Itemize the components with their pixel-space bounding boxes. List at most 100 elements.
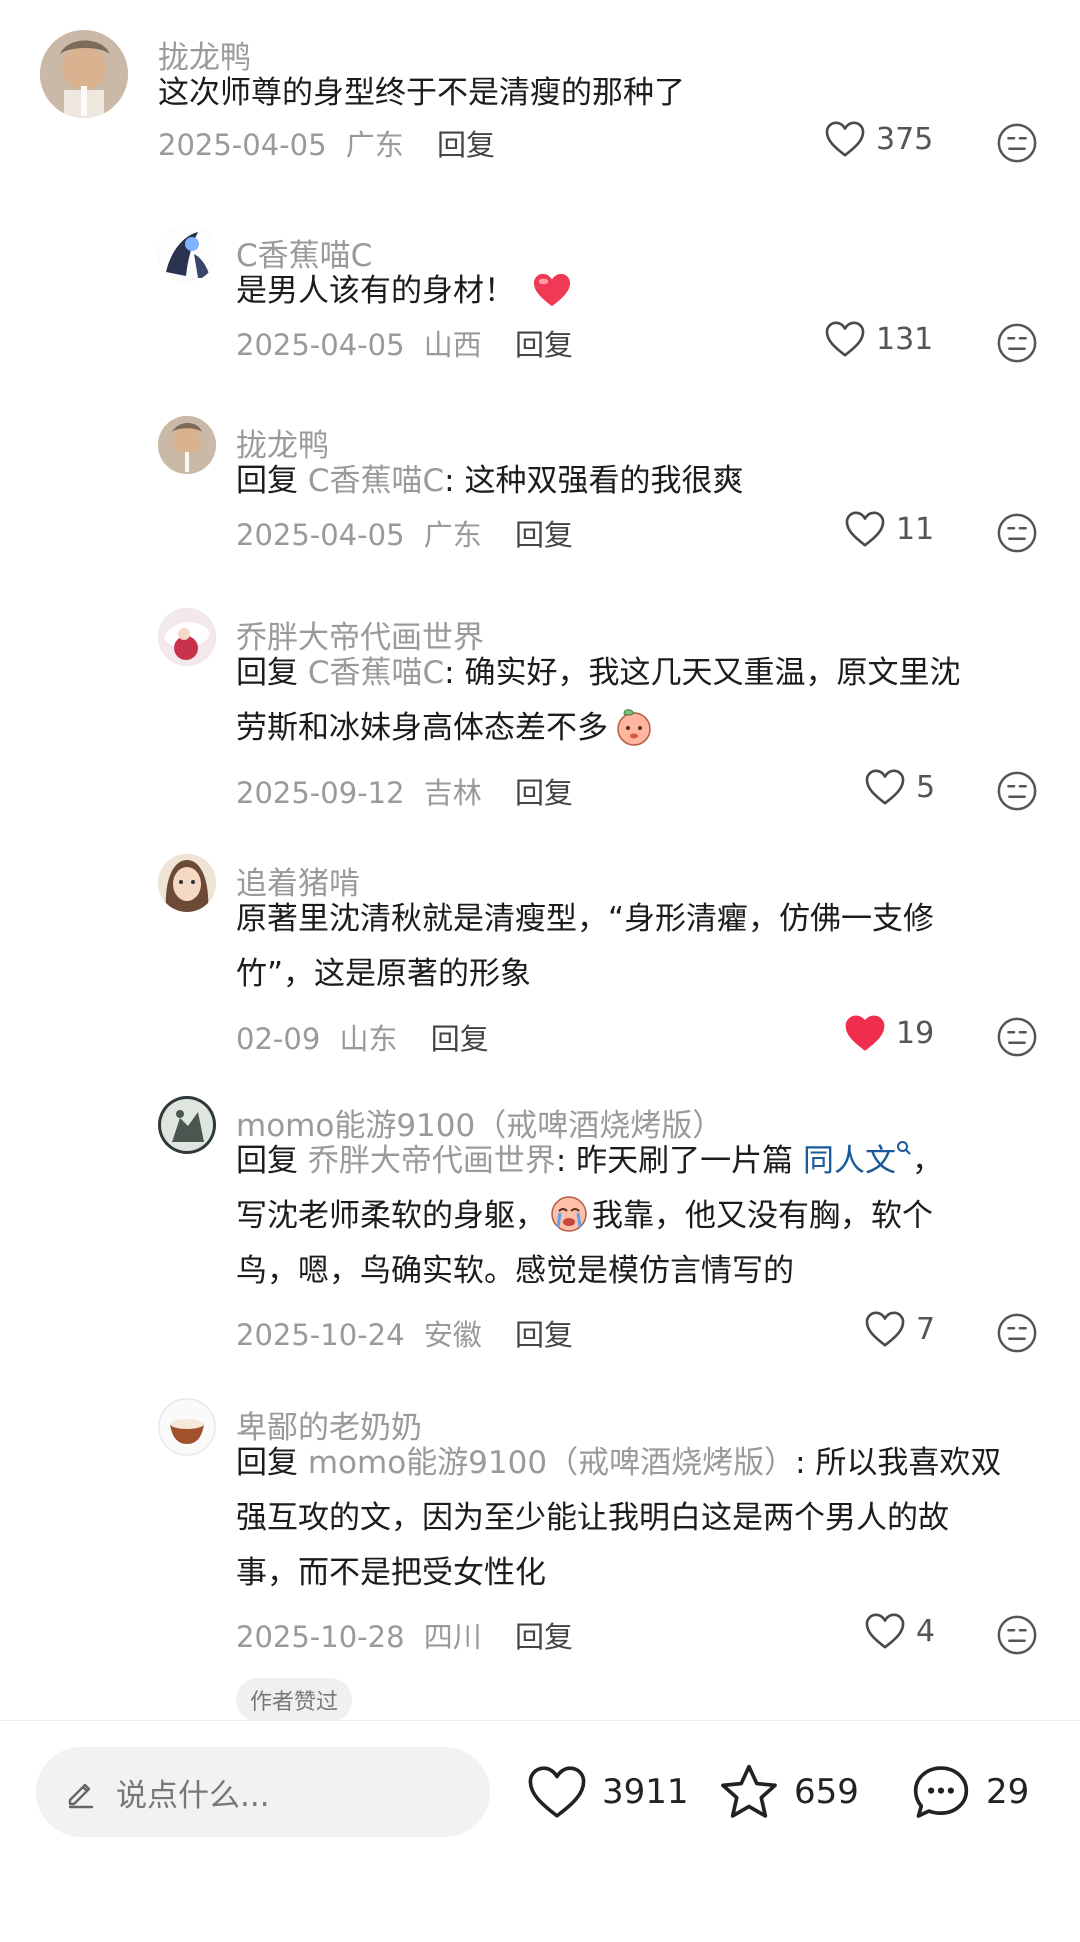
avatar[interactable]: [158, 1096, 216, 1154]
like-button[interactable]: 7: [864, 1310, 935, 1348]
comment-line: 原著里沈清秋就是清瘦型，“身形清癯，仿佛一支修: [236, 901, 935, 937]
reply-button[interactable]: 回复: [515, 518, 573, 552]
avatar[interactable]: [158, 854, 216, 912]
like-button[interactable]: 5: [864, 768, 935, 806]
reply-prefix: 回复: [236, 655, 308, 691]
like-count: 375: [876, 121, 934, 157]
comment-meta: 2025-04-05 广东 回复: [236, 512, 573, 554]
heart-icon: [844, 510, 886, 548]
comment-line: 写沈老师柔软的身躯， 我靠，他又没有胸，软个: [236, 1189, 943, 1244]
pen-icon: [68, 1783, 94, 1809]
reply-target-link[interactable]: momo能游9100（戒啤酒烧烤版）: [308, 1445, 795, 1481]
author-liked-badge: 作者赞过: [236, 1678, 353, 1722]
post-like-count: 3911: [602, 1772, 689, 1812]
comment-line: 回复 C香蕉喵C: 确实好，我这几天又重温，原文里沈: [236, 646, 960, 701]
heart-icon: [864, 1612, 906, 1650]
like-button[interactable]: 19: [844, 1014, 934, 1052]
avatar[interactable]: [40, 30, 128, 118]
comment-line: 鸟，嗯，鸟确实软。感觉是模仿言情写的: [236, 1253, 794, 1289]
favorite-count: 659: [794, 1772, 859, 1812]
comment-item: 拢龙鸭 这次师尊的身型终于不是清瘦的那种了 2025-04-05 广东 回复 3…: [0, 30, 1080, 200]
reply-target-link[interactable]: 乔胖大帝代画世界: [308, 1143, 556, 1179]
meh-face-icon[interactable]: [996, 512, 1038, 554]
heart-filled-icon: [844, 1014, 886, 1052]
reply-target-link[interactable]: C香蕉喵C: [308, 655, 444, 691]
comment-date: 2025-04-05: [236, 518, 405, 552]
comment-meta: 2025-04-05 山西 回复: [236, 322, 573, 364]
comment-date: 2025-10-24: [236, 1318, 405, 1352]
avatar[interactable]: [158, 224, 216, 282]
comment-date: 02-09: [236, 1022, 321, 1056]
search-icon[interactable]: [896, 1140, 912, 1156]
reply-button[interactable]: 回复: [515, 1620, 573, 1654]
reply-button[interactable]: 回复: [431, 1022, 489, 1056]
peach-emoji-icon: [617, 708, 651, 746]
comment-line: 回复 momo能游9100（戒啤酒烧烤版）: 所以我喜欢双: [236, 1436, 1001, 1491]
avatar[interactable]: [158, 608, 216, 666]
reply-target-link[interactable]: C香蕉喵C: [308, 463, 444, 499]
reply-item: C香蕉喵C 是男人该有的身材！ 2025-04-05 山西 回复 131: [0, 222, 1080, 392]
reply-button[interactable]: 回复: [515, 1318, 573, 1352]
like-count: 131: [876, 321, 934, 357]
reply-item: 拢龙鸭 回复 C香蕉喵C: 这种双强看的我很爽 2025-04-05 广东 回复…: [0, 414, 1080, 584]
like-button[interactable]: 131: [824, 320, 933, 358]
like-count: 7: [916, 1311, 936, 1347]
red-heart-emoji-icon: [533, 273, 570, 306]
post-like-button[interactable]: 3911: [526, 1747, 689, 1837]
like-count: 5: [916, 769, 936, 805]
comments-button[interactable]: 29: [910, 1747, 1029, 1837]
like-button[interactable]: 11: [844, 510, 934, 548]
favorite-button[interactable]: 659: [718, 1747, 859, 1837]
comment-date: 2025-04-05: [158, 128, 327, 162]
comment-text: 这次师尊的身型终于不是清瘦的那种了: [158, 75, 685, 111]
meh-face-icon[interactable]: [996, 122, 1038, 164]
comment-input[interactable]: 说点什么...: [36, 1747, 490, 1837]
comment-text: 回复 乔胖大帝代画世界: 昨天刷了一片篇 同人文 ， 写沈老师柔软的身躯， 我靠，…: [236, 1134, 943, 1299]
meh-face-icon[interactable]: [996, 1614, 1038, 1656]
comment-region: 山东: [339, 1022, 398, 1056]
comment-input-placeholder: 说点什么...: [116, 1777, 270, 1814]
search-link[interactable]: 同人文: [803, 1143, 896, 1179]
meh-face-icon[interactable]: [996, 1016, 1038, 1058]
comment-text-content: ，: [912, 1143, 944, 1179]
comment-line: 竹”，这是原著的形象: [236, 956, 532, 992]
comment-text-content: 写沈老师柔软的身躯，: [236, 1198, 546, 1234]
reply-button[interactable]: 回复: [437, 128, 495, 162]
comments-count: 29: [986, 1772, 1030, 1812]
meh-face-icon[interactable]: [996, 322, 1038, 364]
reply-item: 追着猪啃 原著里沈清秋就是清瘦型，“身形清癯，仿佛一支修 竹”，这是原著的形象 …: [0, 852, 1080, 1072]
reply-button[interactable]: 回复: [515, 776, 573, 810]
heart-icon: [528, 1766, 586, 1818]
comment-date: 2025-04-05: [236, 328, 405, 362]
reply-prefix: 回复: [236, 1445, 308, 1481]
reply-item: 乔胖大帝代画世界 回复 C香蕉喵C: 确实好，我这几天又重温，原文里沈 劳斯和冰…: [0, 606, 1080, 826]
star-icon: [721, 1764, 777, 1818]
comment-text: 是男人该有的身材！: [236, 264, 573, 319]
like-button[interactable]: 4: [864, 1612, 935, 1650]
meh-face-icon[interactable]: [996, 1312, 1038, 1354]
avatar[interactable]: [158, 416, 216, 474]
comment-date: 2025-09-12: [236, 776, 405, 810]
comment-date: 2025-10-28: [236, 1620, 405, 1654]
comment-region: 吉林: [423, 776, 482, 810]
comment-text-content: : 这种双强看的我很爽: [444, 463, 744, 499]
heart-icon: [824, 120, 866, 158]
like-count: 19: [896, 1015, 935, 1051]
like-count: 11: [896, 511, 935, 547]
heart-icon: [864, 768, 906, 806]
comment-line: 劳斯和冰妹身高体态差不多: [236, 701, 960, 756]
reply-button[interactable]: 回复: [515, 328, 573, 362]
like-button[interactable]: 375: [824, 120, 933, 158]
comment-text: 回复 momo能游9100（戒啤酒烧烤版）: 所以我喜欢双 强互攻的文，因为至少…: [236, 1436, 1001, 1601]
comment-region: 安徽: [423, 1318, 482, 1352]
avatar[interactable]: [158, 1398, 216, 1456]
comment-region: 广东: [423, 518, 482, 552]
meh-face-icon[interactable]: [996, 770, 1038, 812]
comment-text-content: 我靠，他又没有胸，软个: [592, 1198, 933, 1234]
comment-text-content: : 确实好，我这几天又重温，原文里沈: [444, 655, 961, 691]
comment-region: 广东: [345, 128, 404, 162]
reply-item: momo能游9100（戒啤酒烧烤版） 回复 乔胖大帝代画世界: 昨天刷了一片篇 …: [0, 1096, 1080, 1366]
chat-bubble-icon: [913, 1766, 969, 1818]
reply-prefix: 回复: [236, 1143, 308, 1179]
comment-text: 回复 C香蕉喵C: 确实好，我这几天又重温，原文里沈 劳斯和冰妹身高体态差不多: [236, 646, 960, 756]
